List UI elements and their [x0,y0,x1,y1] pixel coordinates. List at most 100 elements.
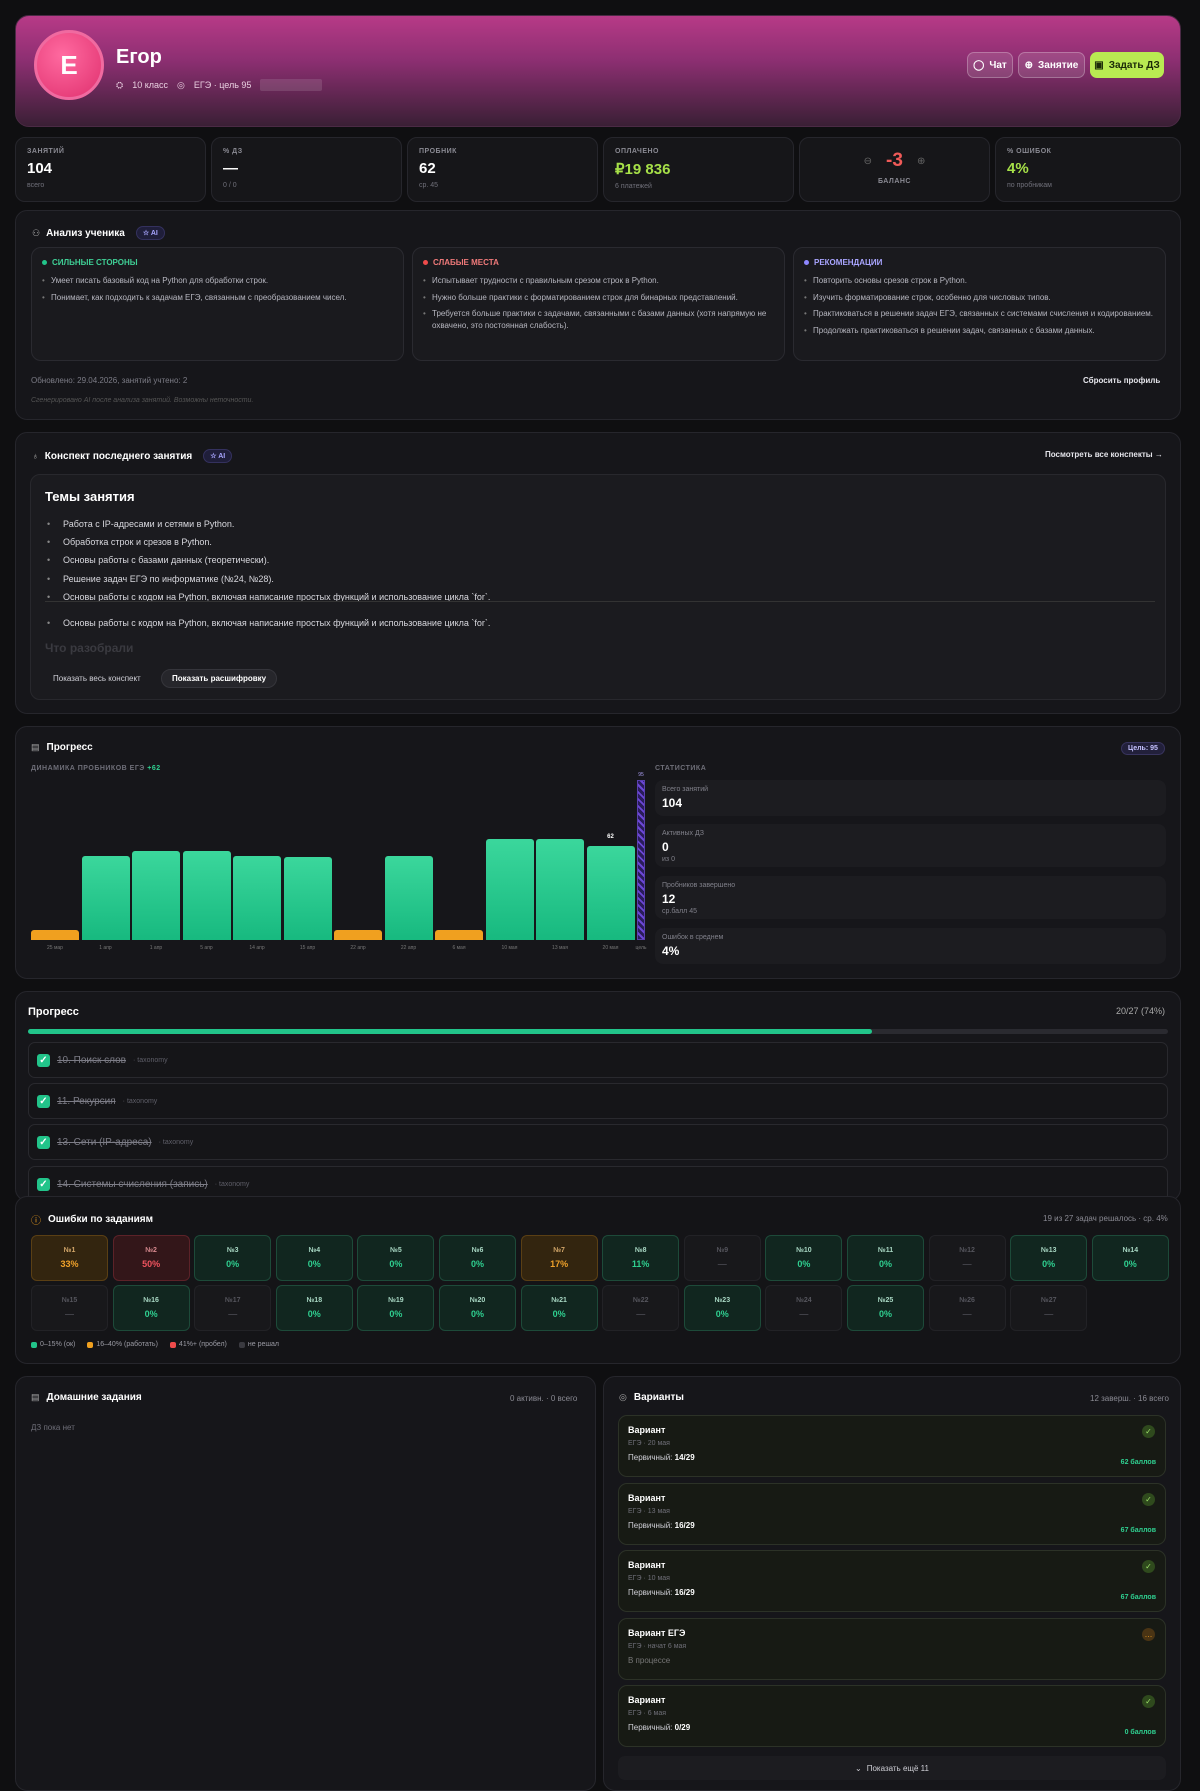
error-task-cell[interactable]: №5 0% [357,1235,435,1281]
error-percent: 0% [470,1309,484,1319]
chart-bar[interactable] [435,930,483,940]
error-task-cell[interactable]: №27 — [1010,1285,1088,1331]
variant-score: 67 баллов [1120,1594,1156,1601]
task-number: №9 [716,1247,729,1254]
error-task-cell[interactable]: №21 0% [520,1285,598,1331]
show-more-variants-button[interactable]: ⌄ Показать ещё 11 [618,1756,1166,1780]
topic-item: Обработка строк и срезов в Python. [47,537,212,547]
checkbox-icon[interactable]: ✓ [37,1094,50,1108]
task-row[interactable]: ✓ 13. Сети (IP-адреса) · taxonomy [28,1124,1168,1160]
reset-profile-button[interactable]: Сбросить профиль [1083,376,1160,385]
error-task-cell[interactable]: №9 — [683,1235,761,1281]
chart-bar[interactable] [283,857,332,940]
chart-icon: ▤ [31,742,40,752]
view-all-summaries-link[interactable]: Посмотреть все конспекты → [1045,450,1163,459]
stat-errors: % ОШИБОК 4% по пробникам [995,137,1181,202]
task-progress-count: 20/27 (74%) [1116,1006,1166,1016]
avatar: Е [34,30,104,100]
error-task-cell[interactable]: №3 0% [194,1235,272,1281]
chart-bar[interactable] [334,930,382,940]
task-number: №18 [306,1297,323,1304]
checkbox-icon[interactable]: ✓ [37,1135,50,1149]
chart-bar[interactable] [586,845,635,940]
lesson-button[interactable]: ⊕ Занятие [1018,52,1085,78]
error-task-cell[interactable]: №250% [112,1235,190,1281]
stats-title: СТАТИСТИКА [655,765,707,772]
error-percent: 0% [878,1309,892,1319]
task-row[interactable]: ✓ 10. Поиск слов · taxonomy [28,1042,1168,1078]
error-task-cell[interactable]: №19 0% [357,1285,435,1331]
task-number: №14 [1122,1247,1139,1254]
errors-legend: 0–15% (ок) 16–40% (работать) 41%+ (пробе… [31,1341,279,1348]
task-number: №20 [469,1297,486,1304]
task-number: №13 [1040,1247,1057,1254]
variant-card[interactable]: Вариант ЕГЭ · 10 мая Первичный: 16/29 ✓ 67 б… [618,1550,1166,1612]
error-task-cell[interactable]: №23 0% [683,1285,761,1331]
error-percent: 0% [226,1259,240,1269]
show-transcript-button[interactable]: Показать расшифровку [161,669,278,688]
variant-card[interactable]: Вариант ЕГЭ · 13 мая Первичный: 16/29 ✓ 67 б… [618,1482,1166,1545]
chart-bar[interactable] [233,855,281,940]
checkbox-icon[interactable]: ✓ [37,1053,50,1067]
error-percent: 11% [631,1259,650,1269]
error-task-cell[interactable]: №10 0% [765,1235,843,1281]
error-task-cell[interactable]: №1 33% [31,1235,108,1281]
error-task-cell[interactable]: №26 — [928,1285,1006,1331]
variant-card[interactable]: Вариант ЕГЭ ЕГЭ · начат 6 мая В процессе … [618,1617,1166,1680]
error-task-cell[interactable]: №8 11% [602,1235,680,1281]
variant-primary: В процессе [628,1655,671,1665]
error-task-cell[interactable]: №12 — [928,1235,1006,1281]
chart-bar[interactable] [31,930,79,940]
strength-item: Умеет писать базовый код на Python для о… [42,275,393,287]
ai-badge: ☆ AI [203,449,233,463]
error-task-cell[interactable]: №14 0% [1091,1235,1169,1281]
error-task-cell[interactable]: №20 0% [439,1285,516,1331]
error-task-cell[interactable]: №11 0% [847,1235,924,1281]
error-task-cell[interactable]: №18 0% [275,1285,353,1331]
show-full-summary-button[interactable]: Показать весь конспект [45,669,149,688]
task-progress-fill [28,1029,872,1034]
error-task-cell[interactable]: №6 0% [439,1235,516,1281]
error-task-cell[interactable]: №22 — [602,1285,680,1331]
task-progress-title: Прогресс [28,1006,79,1018]
chart-bar[interactable] [182,850,231,940]
minus-icon[interactable]: ⊖ [864,156,872,167]
variant-date: ЕГЭ · 10 мая [628,1575,670,1582]
error-task-cell[interactable]: №4 0% [275,1235,353,1281]
plus-icon[interactable]: ⊕ [917,156,925,167]
variant-card[interactable]: Вариант ЕГЭ · 20 мая Первичный: 14/29 ✓ 62 б… [618,1415,1166,1477]
chart-bar[interactable] [485,838,534,940]
error-percent: — [1044,1309,1054,1319]
task-progress-bar [28,1029,1168,1034]
error-task-cell[interactable]: №17 — [194,1285,272,1331]
error-task-cell[interactable]: №24 — [765,1285,843,1331]
chat-icon: ◯ [973,59,985,71]
error-task-cell[interactable]: №7 17% [520,1235,598,1281]
summary-header: ♁ Конспект последнего занятия ☆ AI [32,449,233,463]
chat-button[interactable]: ◯ Чат [967,52,1013,78]
homework-header: ▤ Домашние задания [31,1392,142,1403]
variant-card[interactable]: Вариант ЕГЭ · 6 мая Первичный: 0/29 ✓ 0 балл… [618,1685,1166,1747]
error-task-cell[interactable]: №13 0% [1010,1235,1088,1281]
divider [45,601,1155,602]
error-task-cell[interactable]: №15 — [31,1285,108,1331]
error-percent: 0% [307,1309,321,1319]
task-row[interactable]: ✓ 11. Рекурсия · taxonomy [28,1083,1168,1119]
error-percent: — [717,1259,727,1269]
error-task-cell[interactable]: №16 0% [112,1285,190,1331]
check-circle-icon: ✓ [1142,1425,1155,1438]
chart-bar[interactable] [384,855,433,940]
chart-bar[interactable] [536,838,584,940]
check-circle-icon: ✓ [1142,1492,1155,1506]
homework-empty: ДЗ пока нет [31,1423,75,1432]
recommendation-item: Практиковаться в решении задач ЕГЭ, связ… [804,308,1155,320]
error-task-cell[interactable]: №250% [847,1285,924,1331]
chart-bar[interactable] [132,850,180,940]
assign-homework-button[interactable]: ▣ Задать ДЗ [1090,52,1164,78]
error-percent: 0% [715,1309,729,1319]
checkbox-icon[interactable]: ✓ [37,1177,50,1191]
chart-bar[interactable] [81,855,130,940]
x-tick-label: 22 апр [400,945,417,951]
topic-item: Работа с IP-адресами и сетями в Python. [47,519,234,529]
task-number: №24 [796,1297,812,1304]
